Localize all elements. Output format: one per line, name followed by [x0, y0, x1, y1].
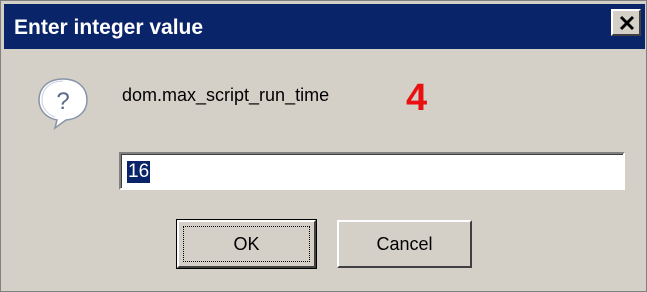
- focus-rectangle: [183, 226, 310, 262]
- ok-button[interactable]: OK: [176, 219, 317, 269]
- dialog-title: Enter integer value: [14, 16, 204, 39]
- cancel-button-label: Cancel: [376, 234, 433, 254]
- input-inner-border: 16: [121, 154, 623, 188]
- close-icon: [619, 15, 635, 31]
- title-bar[interactable]: Enter integer value: [4, 4, 645, 49]
- annotation-number: 4: [406, 77, 428, 119]
- input-value: 16: [127, 161, 151, 183]
- question-icon: ?: [38, 78, 88, 130]
- close-button[interactable]: [611, 9, 641, 36]
- setting-name: dom.max_script_run_time: [122, 85, 330, 105]
- svg-text:?: ?: [56, 88, 69, 115]
- integer-input[interactable]: 16: [119, 152, 625, 190]
- cancel-button[interactable]: Cancel: [337, 220, 472, 268]
- prompt-dialog: Enter integer value ? dom.max_script_run…: [0, 0, 647, 292]
